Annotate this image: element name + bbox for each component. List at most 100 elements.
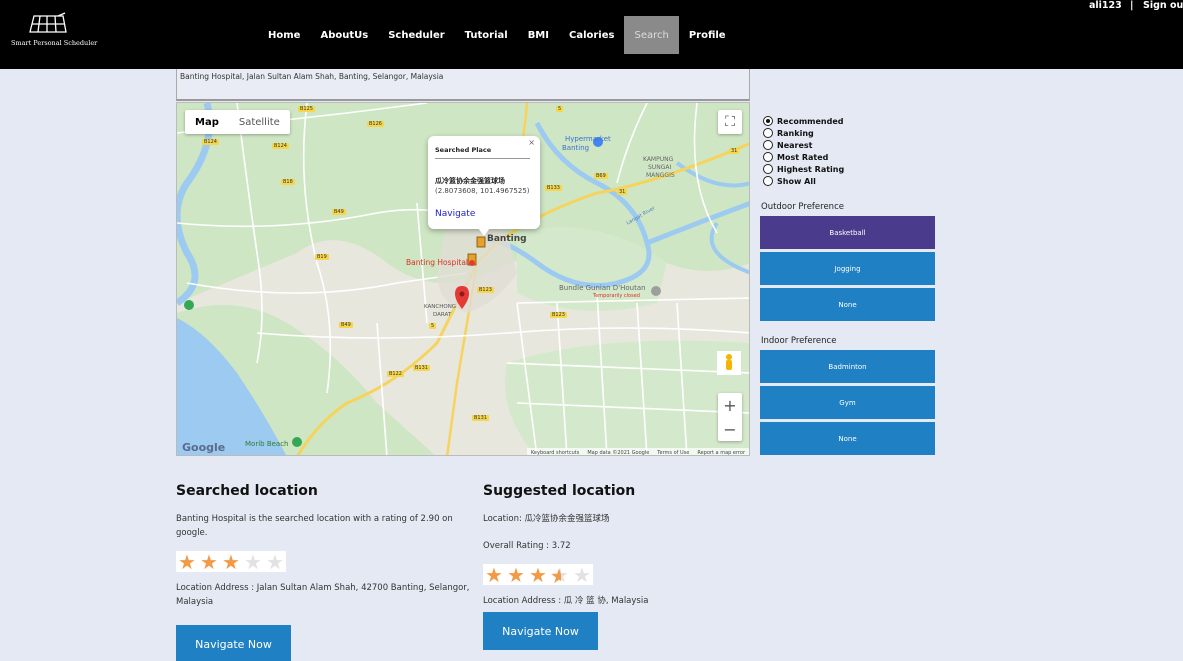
map-label-morib: Morib Beach xyxy=(245,440,289,448)
nav-bmi[interactable]: BMI xyxy=(518,16,559,54)
popup-coordinates: (2.8073608, 101.4967525) xyxy=(435,187,530,195)
star-icon: ★ xyxy=(244,549,262,574)
indoor-preference-title: Indoor Preference xyxy=(761,336,837,346)
logo-text: Smart Personal Scheduler xyxy=(11,39,98,47)
road-label: B123 xyxy=(477,287,494,293)
road-label: B18 xyxy=(281,179,295,185)
road-label: B131 xyxy=(472,415,489,421)
zoom-out-button[interactable]: − xyxy=(723,417,736,441)
nav-calories[interactable]: Calories xyxy=(559,16,624,54)
map-view[interactable]: Map Satellite ⛶ + − Hypermarket Banting … xyxy=(176,102,750,456)
radio-recommended[interactable]: Recommended xyxy=(763,115,844,127)
radio-highest-rating[interactable]: Highest Rating xyxy=(763,163,844,175)
sort-filter-group: Recommended Ranking Nearest Most Rated H… xyxy=(763,115,844,187)
suggested-location-name: Location: 瓜冷篮协余金强篮球场 xyxy=(483,514,610,524)
zoom-in-button[interactable]: + xyxy=(723,393,736,417)
nav-tutorial[interactable]: Tutorial xyxy=(455,16,518,54)
road-label: B126 xyxy=(367,121,384,127)
indoor-badminton-button[interactable]: Badminton xyxy=(760,350,935,383)
popup-title: Searched Place xyxy=(435,146,492,154)
road-label: B122 xyxy=(387,371,404,377)
road-label: B131 xyxy=(413,365,430,371)
star-icon: ★ xyxy=(200,549,218,574)
outdoor-none-button[interactable]: None xyxy=(760,288,935,321)
top-navbar: Smart Personal Scheduler Home AboutUs Sc… xyxy=(0,0,1183,69)
road-label: 5 xyxy=(429,323,437,329)
road-label: B124 xyxy=(202,139,219,145)
radio-button[interactable] xyxy=(763,164,773,174)
outdoor-preference-title: Outdoor Preference xyxy=(761,202,844,212)
searched-address: Location Address : Jalan Sultan Alam Sha… xyxy=(176,583,470,607)
keyboard-shortcuts-link[interactable]: Keyboard shortcuts xyxy=(531,450,579,456)
close-icon[interactable]: × xyxy=(528,138,535,147)
star-icon: ★ xyxy=(178,549,196,574)
road-label: B125 xyxy=(298,106,315,112)
road-label: B123 xyxy=(550,312,567,318)
radio-button[interactable] xyxy=(763,140,773,150)
map-label-darat: DARAT xyxy=(433,312,452,318)
road-label: B19 xyxy=(315,254,329,260)
suggested-rating-stars: ★ ★ ★ ★ ★ xyxy=(483,562,593,588)
outdoor-jogging-button[interactable]: Jogging xyxy=(760,252,935,285)
map-label-hypermarket: Hypermarket xyxy=(565,135,611,143)
radio-label: Show All xyxy=(777,176,816,186)
search-address-box[interactable]: Banting Hospital, Jalan Sultan Alam Shah… xyxy=(176,69,750,101)
searched-navigate-now-button[interactable]: Navigate Now xyxy=(176,625,291,661)
map-label-banting-town: Banting xyxy=(487,234,527,244)
road-label: B124 xyxy=(272,143,289,149)
radio-ranking[interactable]: Ranking xyxy=(763,127,844,139)
signout-link[interactable]: Sign out xyxy=(1143,0,1183,11)
nav-search[interactable]: Search xyxy=(624,16,679,54)
suggested-navigate-now-button[interactable]: Navigate Now xyxy=(483,612,598,650)
search-address-text: Banting Hospital, Jalan Sultan Alam Shah… xyxy=(180,72,444,81)
star-icon: ★ xyxy=(507,562,525,587)
map-type-satellite-button[interactable]: Satellite xyxy=(229,110,290,134)
map-type-map-button[interactable]: Map xyxy=(185,110,229,134)
map-label-sungai: SUNGAI xyxy=(648,164,672,171)
radio-label: Ranking xyxy=(777,128,814,138)
popup-navigate-link[interactable]: Navigate xyxy=(435,209,475,219)
road-label: B133 xyxy=(545,185,562,191)
nav-scheduler[interactable]: Scheduler xyxy=(378,16,454,54)
zoom-control: + − xyxy=(718,393,742,441)
road-label: 31 xyxy=(617,189,628,195)
road-label: B49 xyxy=(332,209,346,215)
popup-tail xyxy=(478,228,490,236)
star-icon: ★ xyxy=(529,562,547,587)
suggested-overall-rating: Overall Rating : 3.72 xyxy=(483,541,571,551)
map-label-banting-small: Banting xyxy=(562,144,590,152)
radio-button[interactable] xyxy=(763,176,773,186)
radio-label: Highest Rating xyxy=(777,164,845,174)
radio-nearest[interactable]: Nearest xyxy=(763,139,844,151)
suggested-address: Location Address : 瓜 冷 篮 协, Malaysia xyxy=(483,596,649,606)
radio-most-rated[interactable]: Most Rated xyxy=(763,151,844,163)
searched-location-title: Searched location xyxy=(176,483,318,499)
outdoor-basketball-button[interactable]: Basketball xyxy=(760,216,935,249)
star-icon: ★ xyxy=(573,562,591,587)
suggested-location-title: Suggested location xyxy=(483,483,636,499)
fullscreen-icon[interactable]: ⛶ xyxy=(718,110,742,134)
map-label-manggis: MANGGIS xyxy=(646,172,675,179)
radio-label: Recommended xyxy=(777,116,844,126)
road-label: B49 xyxy=(339,322,353,328)
nav-home[interactable]: Home xyxy=(258,16,310,54)
radio-button[interactable] xyxy=(763,116,773,126)
report-error-link[interactable]: Report a map error xyxy=(697,450,745,456)
star-icon: ★ xyxy=(222,549,240,574)
map-label-closed: Temporarily closed xyxy=(593,293,640,299)
radio-show-all[interactable]: Show All xyxy=(763,175,844,187)
nav-profile[interactable]: Profile xyxy=(679,16,736,54)
popup-place-name: 瓜冷篮协余金强篮球场 xyxy=(435,177,505,185)
terms-link[interactable]: Terms of Use xyxy=(657,450,689,456)
radio-button[interactable] xyxy=(763,152,773,162)
nav-aboutus[interactable]: AboutUs xyxy=(310,16,378,54)
indoor-none-button[interactable]: None xyxy=(760,422,935,455)
road-label: 31 xyxy=(729,148,740,154)
indoor-gym-button[interactable]: Gym xyxy=(760,386,935,419)
map-type-control: Map Satellite xyxy=(185,110,290,134)
road-label: B69 xyxy=(594,173,608,179)
radio-button[interactable] xyxy=(763,128,773,138)
username: ali123 xyxy=(1089,0,1122,11)
popup-divider xyxy=(435,158,530,159)
pegman-icon[interactable] xyxy=(718,351,742,375)
